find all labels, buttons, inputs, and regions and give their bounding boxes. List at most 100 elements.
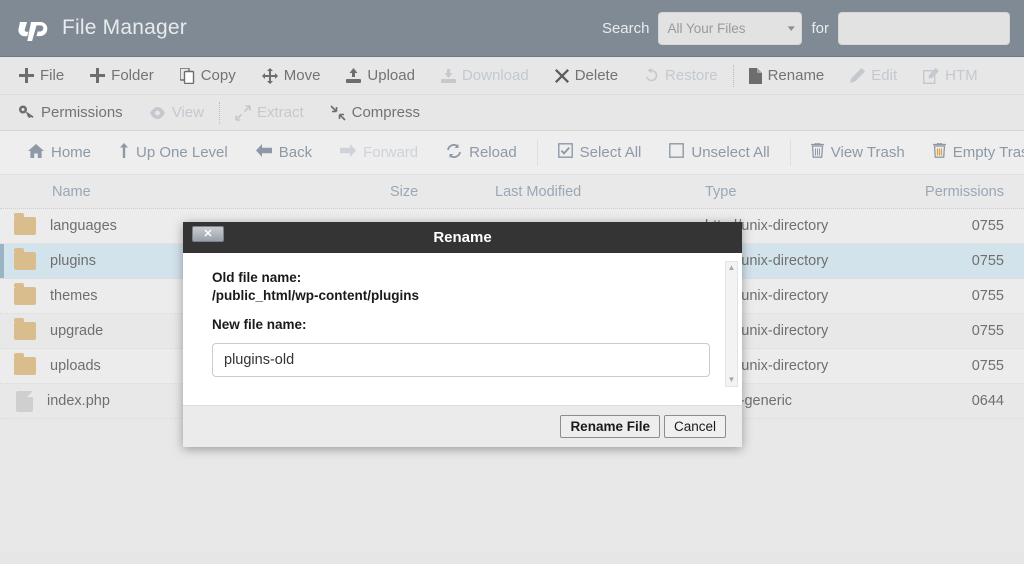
row-permissions: 0755 — [971, 323, 1004, 339]
scroll-down-arrow-icon[interactable]: ▼ — [728, 376, 736, 384]
rename-file-button[interactable]: Rename File — [560, 415, 660, 438]
toolbar-label: Folder — [111, 67, 154, 84]
pencil-icon — [850, 68, 866, 83]
file-table-header: Name Size Last Modified Type Permissions — [0, 175, 1024, 209]
search-scope-value: All Your Files — [667, 20, 746, 36]
new-file-button[interactable]: File — [6, 57, 77, 94]
trash-orange-icon — [932, 142, 946, 162]
nav-divider — [789, 139, 791, 166]
toolbar-label: Rename — [767, 67, 825, 84]
app-header: File Manager Search All Your Files ▾ for — [0, 0, 1024, 57]
edit-button: Edit — [837, 57, 910, 94]
toolbar-label: View — [171, 104, 204, 121]
home-button[interactable]: Home — [14, 143, 105, 162]
nav-label: Back — [278, 144, 313, 161]
reload-button[interactable]: Reload — [432, 143, 531, 162]
file-name: index.php — [47, 393, 110, 409]
toolbar-label: Delete — [574, 67, 619, 84]
html-editor-button: HTM — [910, 57, 991, 94]
move-arrows-icon — [261, 67, 278, 84]
compress-button[interactable]: Compress — [317, 95, 433, 130]
rename-button[interactable]: Rename — [736, 57, 838, 94]
search-scope-select[interactable]: All Your Files ▾ — [658, 11, 803, 45]
cpanel-logo-icon — [16, 13, 50, 43]
row-permissions: 0755 — [971, 218, 1004, 234]
upload-button[interactable]: Upload — [333, 57, 428, 94]
key-icon — [19, 105, 35, 120]
reload-icon — [446, 143, 462, 162]
search-area: Search All Your Files ▾ for — [602, 0, 1010, 56]
unselect-all-button[interactable]: Unselect All — [655, 143, 783, 162]
for-label: for — [811, 19, 829, 37]
folder-icon — [14, 248, 36, 270]
eye-icon — [149, 106, 166, 119]
extract-button: Extract — [222, 95, 317, 130]
dialog-scrollbar[interactable]: ▲ ▼ — [725, 261, 738, 387]
toolbar-label: Edit — [871, 67, 898, 84]
toolbar-label: Extract — [256, 104, 304, 121]
select-all-button[interactable]: Select All — [544, 143, 656, 162]
scroll-up-arrow-icon[interactable]: ▲ — [728, 264, 736, 272]
column-header-last-modified[interactable]: Last Modified — [495, 184, 705, 200]
nav-label: Select All — [579, 144, 642, 161]
nav-label: Unselect All — [691, 144, 770, 161]
up-arrow-icon — [119, 143, 129, 162]
cancel-button[interactable]: Cancel — [663, 415, 726, 438]
column-header-permissions[interactable]: Permissions — [890, 184, 1010, 200]
file-name: languages — [50, 218, 117, 234]
delete-button[interactable]: Delete — [542, 57, 631, 94]
up-one-level-button[interactable]: Up One Level — [105, 143, 242, 162]
right-arrow-icon — [340, 144, 357, 161]
x-mark-icon — [554, 68, 569, 83]
copy-icon — [179, 67, 195, 84]
download-icon — [440, 68, 456, 84]
restore-button: Restore — [631, 57, 731, 94]
html-editor-icon — [923, 67, 940, 84]
nav-label: Home — [51, 144, 92, 161]
nav-label: Up One Level — [136, 144, 228, 161]
folder-icon — [14, 283, 36, 305]
new-file-name-label: New file name: — [212, 316, 307, 332]
toolbar-label: Restore — [665, 67, 718, 84]
toolbar-label: Permissions — [41, 104, 123, 121]
rename-dialog: ✕ Rename Old file name: /public_html/wp-… — [183, 222, 742, 447]
row-permissions: 0644 — [971, 393, 1004, 409]
home-icon — [28, 143, 44, 162]
file-name: upgrade — [50, 323, 104, 339]
file-name: plugins — [50, 253, 96, 269]
folder-icon — [14, 353, 36, 375]
chevron-down-icon: ▾ — [787, 22, 795, 33]
folder-icon — [14, 318, 36, 340]
plus-icon — [19, 68, 34, 83]
empty-trash-button[interactable]: Empty Trash — [919, 142, 1024, 162]
nav-label: View Trash — [830, 144, 905, 161]
forward-button: Forward — [326, 144, 432, 161]
row-permissions: 0755 — [971, 358, 1004, 374]
copy-button[interactable]: Copy — [167, 57, 249, 94]
view-trash-button[interactable]: View Trash — [797, 142, 919, 162]
close-x-icon[interactable]: ✕ — [192, 226, 224, 242]
toolbar-divider — [732, 64, 734, 87]
new-folder-button[interactable]: Folder — [77, 57, 167, 94]
move-button[interactable]: Move — [249, 57, 334, 94]
extract-arrows-icon — [235, 104, 251, 121]
brand: File Manager — [0, 13, 187, 43]
plus-icon — [90, 68, 106, 83]
permissions-button[interactable]: Permissions — [6, 95, 136, 130]
back-button[interactable]: Back — [242, 144, 326, 161]
column-header-type[interactable]: Type — [705, 184, 890, 200]
toolbar-label: File — [40, 67, 65, 84]
view-button: View — [136, 95, 217, 130]
column-header-size[interactable]: Size — [390, 184, 495, 200]
column-header-name[interactable]: Name — [0, 184, 390, 200]
dialog-title: Rename — [433, 229, 492, 246]
new-file-name-input[interactable] — [212, 343, 710, 378]
search-label: Search — [601, 19, 650, 37]
old-file-name-label: Old file name: — [212, 270, 302, 285]
file-name: uploads — [50, 358, 101, 374]
search-input[interactable] — [838, 11, 1010, 45]
toolbar-primary: File Folder Copy Move Upload Download De… — [0, 57, 1024, 95]
dialog-title-bar: ✕ Rename — [183, 222, 742, 253]
toolbar-label: Copy — [200, 67, 236, 84]
toolbar-label: Upload — [367, 67, 415, 84]
